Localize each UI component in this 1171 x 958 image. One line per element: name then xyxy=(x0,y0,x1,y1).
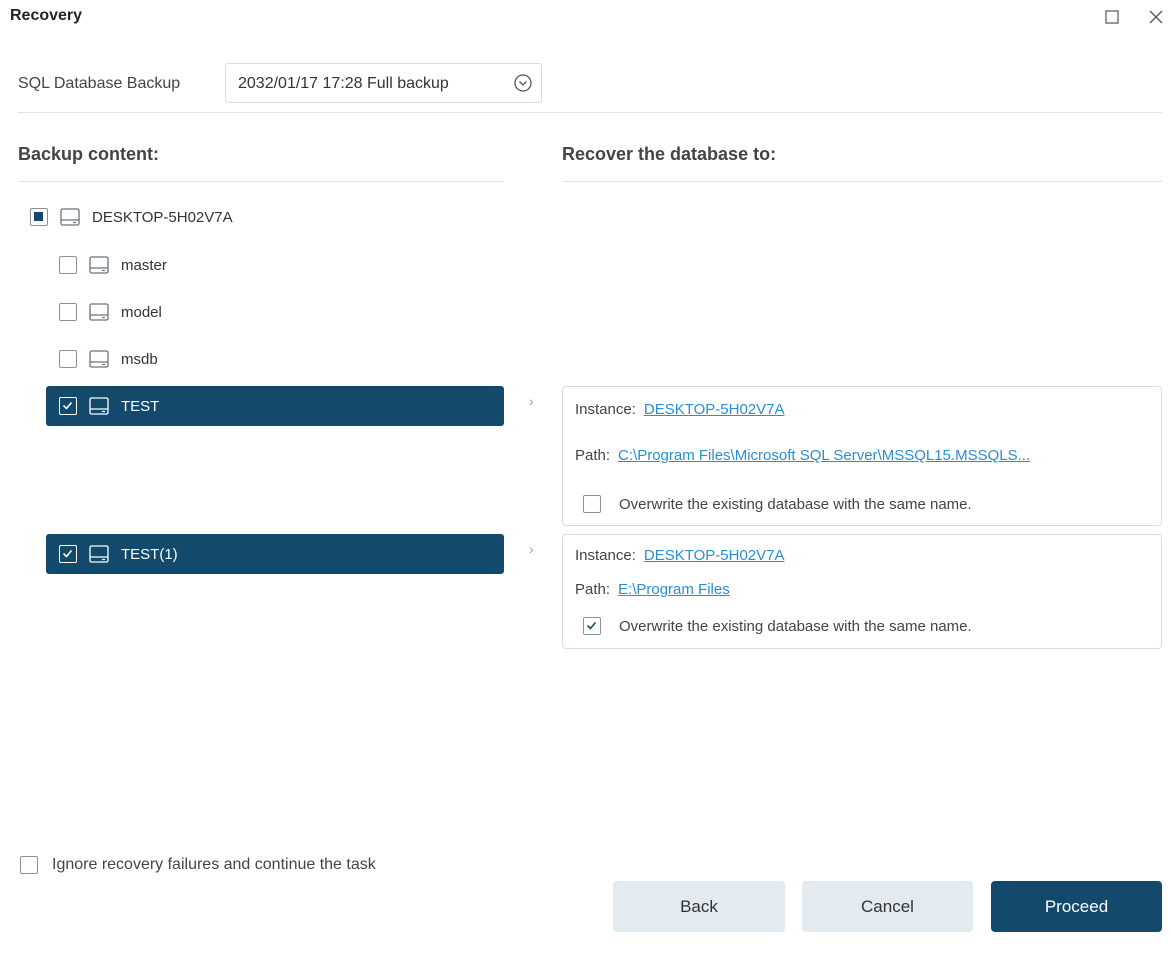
backup-source-label: SQL Database Backup xyxy=(18,75,181,92)
maximize-button[interactable] xyxy=(1101,6,1123,28)
check-icon xyxy=(62,549,73,558)
backup-version-value: 2032/01/17 17:28 Full backup xyxy=(238,75,449,92)
tree-item-msdb[interactable]: msdb xyxy=(59,339,359,379)
chevron-down-circle-icon xyxy=(514,74,532,92)
check-icon xyxy=(586,621,597,630)
test-checkbox[interactable] xyxy=(59,397,77,415)
title-bar: Recovery xyxy=(0,0,1171,34)
msdb-checkbox[interactable] xyxy=(59,350,77,368)
tree-item-test-1[interactable]: TEST(1) xyxy=(46,534,504,574)
overwrite-label: Overwrite the existing database with the… xyxy=(619,617,972,635)
divider xyxy=(18,112,1162,113)
overwrite-option[interactable]: Overwrite the existing database with the… xyxy=(583,495,972,513)
tree-item-model[interactable]: model xyxy=(59,292,359,332)
overwrite-checkbox[interactable] xyxy=(583,617,601,635)
tree-item-master[interactable]: master xyxy=(59,245,359,285)
ignore-failures-option[interactable]: Ignore recovery failures and continue th… xyxy=(20,856,376,874)
tree-item-label: TEST(1) xyxy=(121,545,178,563)
master-checkbox[interactable] xyxy=(59,256,77,274)
tree-item-label: msdb xyxy=(121,350,158,368)
backup-version-select[interactable]: 2032/01/17 17:28 Full backup xyxy=(225,63,542,103)
chevron-right-icon: › xyxy=(529,393,534,409)
tree-item-label: master xyxy=(121,256,167,274)
path-label: Path: xyxy=(575,581,611,598)
close-icon xyxy=(1149,10,1163,24)
instance-label: Instance: xyxy=(575,401,636,418)
database-icon xyxy=(89,256,109,274)
overwrite-option[interactable]: Overwrite the existing database with the… xyxy=(583,617,972,635)
database-icon xyxy=(60,208,80,226)
model-checkbox[interactable] xyxy=(59,303,77,321)
path-line: Path: E:\Program Files xyxy=(575,581,730,598)
window-title: Recovery xyxy=(10,7,83,24)
proceed-button[interactable]: Proceed xyxy=(991,881,1162,932)
root-checkbox[interactable] xyxy=(30,208,48,226)
ignore-failures-label: Ignore recovery failures and continue th… xyxy=(52,856,376,873)
recover-to-title: Recover the database to: xyxy=(562,144,777,164)
test-1-checkbox[interactable] xyxy=(59,545,77,563)
tree-item-test[interactable]: TEST xyxy=(46,386,504,426)
instance-line: Instance: DESKTOP-5H02V7A xyxy=(575,401,785,418)
destination-card: Instance: DESKTOP-5H02V7A Path: E:\Program… xyxy=(562,534,1162,649)
instance-line: Instance: DESKTOP-5H02V7A xyxy=(575,547,785,564)
backup-content-title: Backup content: xyxy=(18,144,160,164)
maximize-icon xyxy=(1105,10,1119,24)
tree-item-label: DESKTOP-5H02V7A xyxy=(92,208,233,226)
overwrite-label: Overwrite the existing database with the… xyxy=(619,495,972,513)
database-icon xyxy=(89,350,109,368)
tree-item-label: TEST xyxy=(121,397,160,415)
chevron-right-icon: › xyxy=(529,541,534,557)
instance-link[interactable]: DESKTOP-5H02V7A xyxy=(644,547,785,564)
divider xyxy=(18,181,504,182)
back-button[interactable]: Back xyxy=(613,881,785,932)
destination-card: Instance: DESKTOP-5H02V7A Path: C:\Program… xyxy=(562,386,1162,526)
cancel-button[interactable]: Cancel xyxy=(802,881,973,932)
database-icon xyxy=(89,303,109,321)
ignore-failures-checkbox[interactable] xyxy=(20,856,38,874)
check-icon xyxy=(62,401,73,410)
path-label: Path: xyxy=(575,447,611,464)
path-link[interactable]: C:\Program Files\Microsoft SQL Server\MS… xyxy=(618,447,1030,464)
instance-link[interactable]: DESKTOP-5H02V7A xyxy=(644,401,785,418)
path-link[interactable]: E:\Program Files xyxy=(618,581,730,598)
path-line: Path: C:\Program Files\Microsoft SQL Serv… xyxy=(575,447,1030,464)
close-button[interactable] xyxy=(1145,6,1167,28)
overwrite-checkbox[interactable] xyxy=(583,495,601,513)
tree-root-server[interactable]: DESKTOP-5H02V7A xyxy=(30,197,330,237)
divider xyxy=(562,181,1162,182)
database-icon xyxy=(89,397,109,415)
database-icon xyxy=(89,545,109,563)
instance-label: Instance: xyxy=(575,547,636,564)
tree-item-label: model xyxy=(121,303,162,321)
